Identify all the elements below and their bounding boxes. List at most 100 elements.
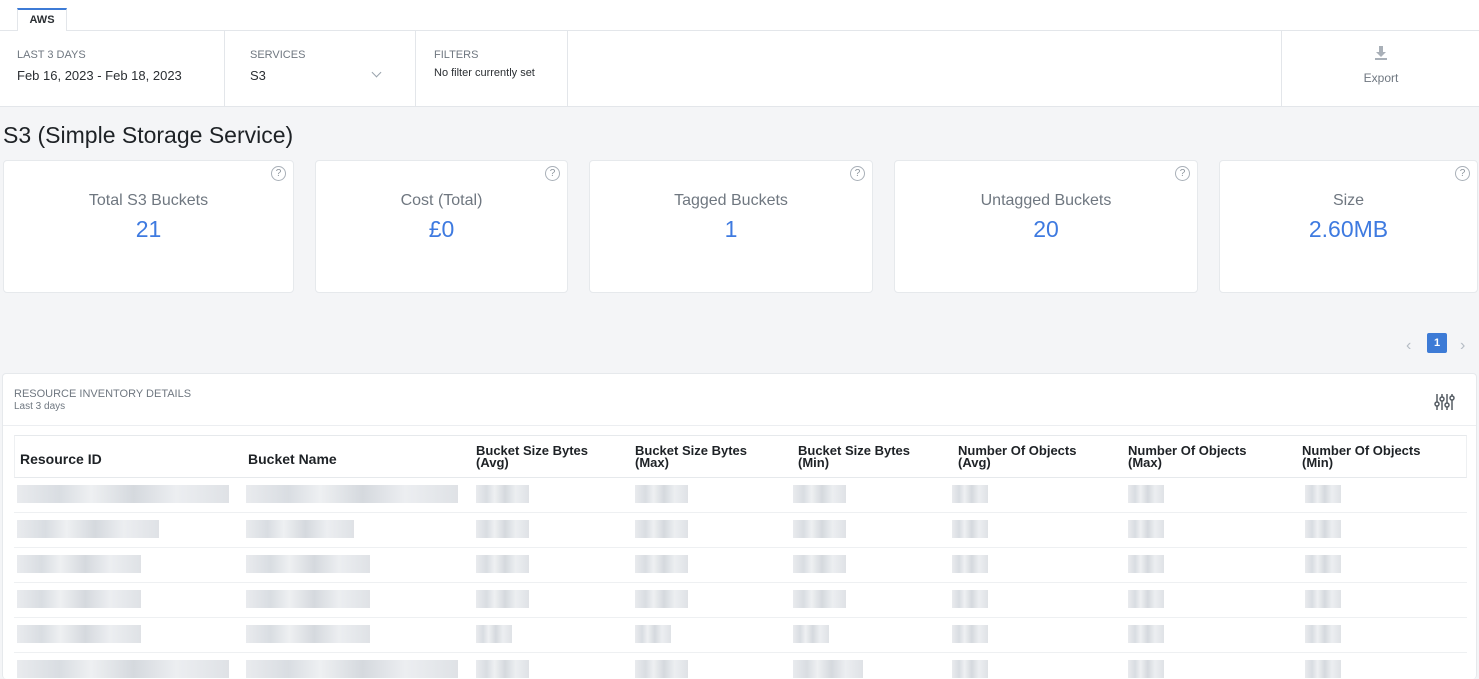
kpi-value: 21 [135,216,162,242]
export-label: Export [1363,71,1399,85]
table-header: Resource ID Bucket Name Bucket Size Byte… [14,435,1467,478]
column-header-objects-avg[interactable]: Number Of Objects (Avg) [958,444,1076,470]
redacted-cell [952,555,988,573]
column-header-size-avg[interactable]: Bucket Size Bytes (Avg) [476,444,588,470]
redacted-cell [1305,625,1341,643]
redacted-cell [17,625,141,643]
redacted-cell [476,485,529,503]
export-button[interactable]: Export [1281,31,1479,107]
redacted-cell [1305,555,1341,573]
kpi-label: Size [1332,192,1365,209]
date-range-filter[interactable]: LAST 3 DAYS Feb 16, 2023 - Feb 18, 2023 [0,31,225,107]
help-circle-icon[interactable]: ? [545,166,560,181]
kpi-label: Total S3 Buckets [88,192,209,209]
table-row[interactable] [14,618,1467,653]
redacted-cell [793,485,846,503]
date-range-label: LAST 3 DAYS [17,49,86,61]
redacted-cell [952,660,988,678]
column-header-size-min[interactable]: Bucket Size Bytes (Min) [798,444,910,470]
table-row[interactable] [14,583,1467,618]
page-title: S3 (Simple Storage Service) [3,122,294,148]
kpi-label: Tagged Buckets [674,192,788,209]
kpi-card-size: ? Size 2.60MB [1219,160,1478,293]
redacted-cell [1305,660,1341,678]
chevron-right-icon[interactable]: › [1460,337,1465,355]
redacted-cell [246,520,354,538]
redacted-cell [17,590,141,608]
redacted-cell [793,555,846,573]
redacted-cell [952,485,988,503]
filters-selector[interactable]: FILTERS No filter currently set [416,31,568,107]
redacted-cell [1128,520,1164,538]
redacted-cell [635,590,688,608]
header-line: (Max) [635,455,669,470]
redacted-cell [1305,485,1341,503]
redacted-cell [246,485,458,503]
redacted-cell [476,590,529,608]
header-line: (Min) [798,455,830,470]
redacted-cell [952,625,988,643]
redacted-cell [1305,590,1341,608]
services-label: SERVICES [250,49,306,61]
kpi-card-untagged-buckets: ? Untagged Buckets 20 [894,160,1198,293]
redacted-cell [246,555,370,573]
download-icon [1375,46,1387,60]
filters-label: FILTERS [434,49,479,61]
table-row[interactable] [14,513,1467,548]
filters-value: No filter currently set [434,67,535,79]
table-row[interactable] [14,478,1467,513]
header-line: (Min) [1302,455,1334,470]
redacted-cell [1305,520,1341,538]
redacted-cell [1128,485,1164,503]
filter-bar: LAST 3 DAYS Feb 16, 2023 - Feb 18, 2023 … [0,31,1479,107]
header-line: (Avg) [958,455,991,470]
page-number-button[interactable]: 1 [1427,333,1447,353]
redacted-cell [476,660,529,678]
help-circle-icon[interactable]: ? [271,166,286,181]
kpi-value: 1 [724,216,738,242]
redacted-cell [476,555,529,573]
redacted-cell [17,555,141,573]
kpi-label: Cost (Total) [400,192,483,209]
redacted-cell [793,625,829,643]
redacted-cell [17,660,229,678]
table-row[interactable] [14,653,1467,679]
kpi-label: Untagged Buckets [980,192,1112,209]
redacted-cell [1128,590,1164,608]
header-line: (Max) [1128,455,1162,470]
column-header-size-max[interactable]: Bucket Size Bytes (Max) [635,444,747,470]
redacted-cell [17,520,159,538]
redacted-cell [635,660,688,678]
header-line: (Avg) [476,455,509,470]
divider [3,425,1476,426]
redacted-cell [246,625,370,643]
tab-aws[interactable]: AWS [17,8,67,31]
chevron-left-icon[interactable]: ‹ [1406,337,1411,355]
column-header-bucket-name[interactable]: Bucket Name [248,452,337,466]
kpi-value: 20 [1033,216,1059,242]
redacted-cell [952,590,988,608]
redacted-cell [1128,555,1164,573]
help-circle-icon[interactable]: ? [850,166,865,181]
column-header-objects-min[interactable]: Number Of Objects (Min) [1302,444,1420,470]
column-header-objects-max[interactable]: Number Of Objects (Max) [1128,444,1246,470]
redacted-cell [476,520,529,538]
panel-title: RESOURCE INVENTORY DETAILS [14,388,192,400]
table-row[interactable] [14,548,1467,583]
help-circle-icon[interactable]: ? [1455,166,1470,181]
services-dropdown[interactable]: SERVICES S3 [225,31,416,107]
redacted-cell [476,625,512,643]
column-header-resource-id[interactable]: Resource ID [20,452,102,466]
kpi-value: £0 [428,216,455,242]
redacted-cell [793,660,863,678]
kpi-value: 2.60MB [1308,216,1389,242]
redacted-cell [17,485,229,503]
panel-subtitle: Last 3 days [14,401,66,412]
redacted-cell [246,590,370,608]
chevron-down-icon [371,67,382,78]
redacted-cell [952,520,988,538]
column-settings-icon[interactable] [1433,391,1455,413]
redacted-cell [635,555,688,573]
help-circle-icon[interactable]: ? [1175,166,1190,181]
redacted-cell [1128,625,1164,643]
